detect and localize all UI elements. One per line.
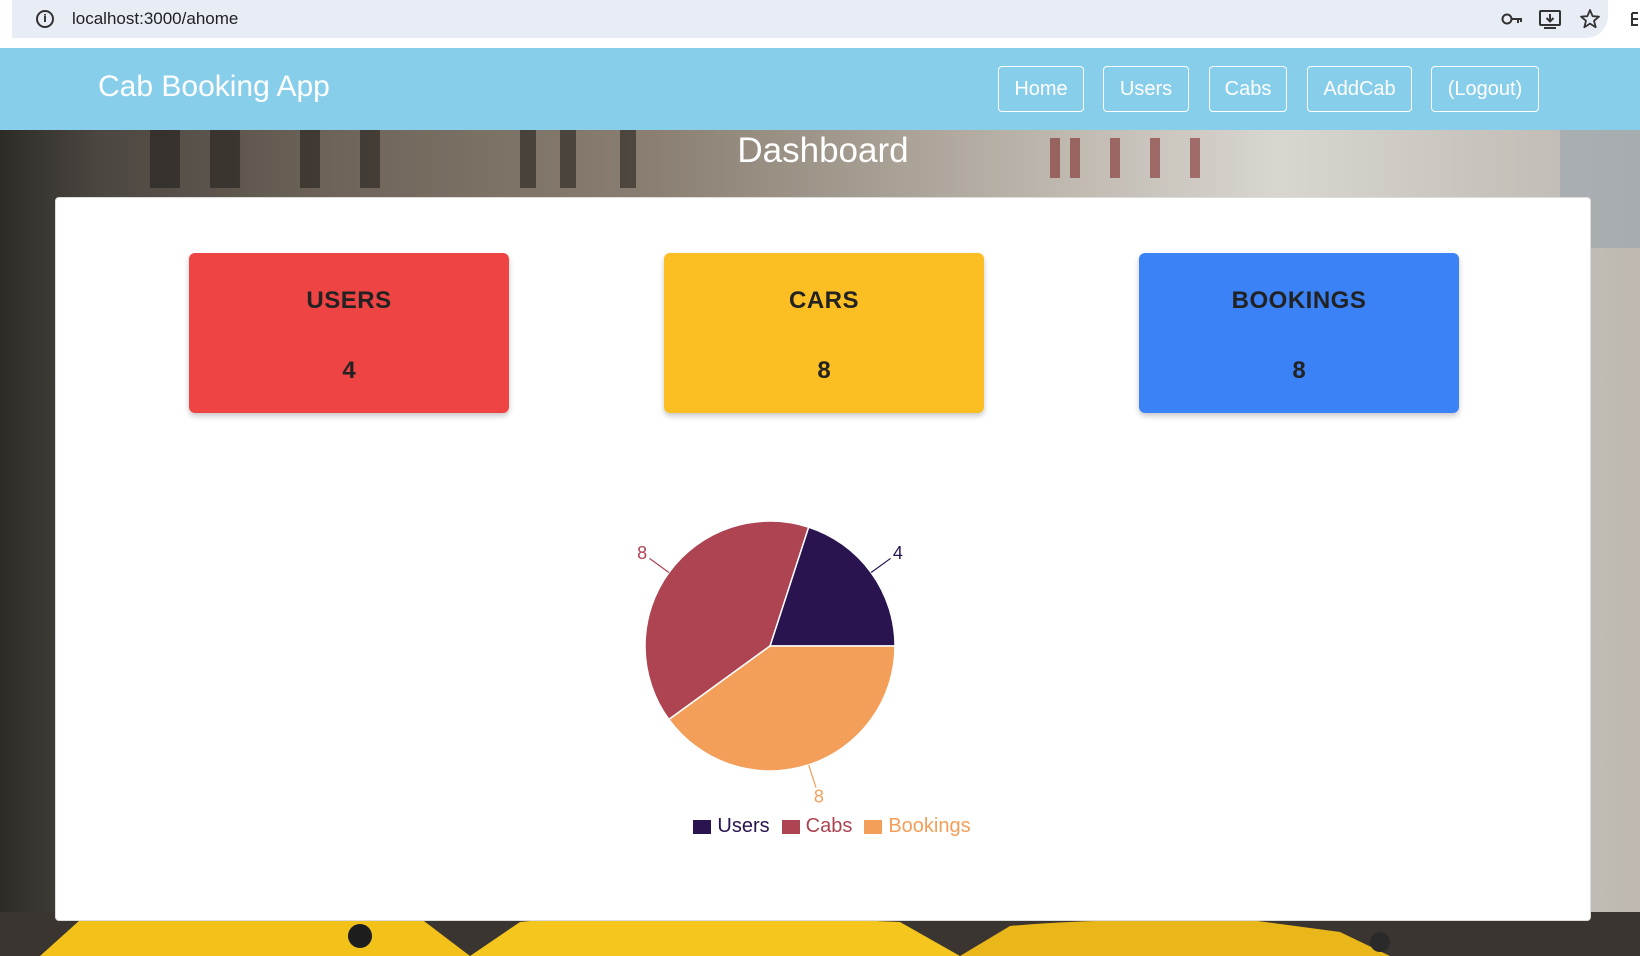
nav-addcab-button[interactable]: AddCab — [1307, 66, 1412, 112]
nav-cabs-button[interactable]: Cabs — [1209, 66, 1287, 112]
info-icon[interactable]: i — [36, 10, 54, 28]
extensions-icon[interactable] — [1630, 10, 1640, 28]
legend-label: Cabs — [805, 815, 853, 837]
nav-home-button[interactable]: Home — [998, 66, 1084, 112]
legend-label: Users — [717, 815, 770, 837]
key-icon[interactable] — [1500, 8, 1524, 30]
legend-swatch — [864, 819, 883, 834]
legend-swatch — [781, 819, 800, 834]
nav-users-button[interactable]: Users — [1103, 66, 1189, 112]
pie-data-label: 8 — [814, 786, 824, 806]
brand-title[interactable]: Cab Booking App — [98, 70, 330, 104]
legend-item-users[interactable]: Users — [693, 815, 770, 838]
browser-address-bar: i localhost:3000/ahome — [0, 0, 1640, 48]
pie-label-line — [649, 557, 670, 574]
pie-label-line — [870, 557, 891, 574]
star-icon[interactable] — [1578, 8, 1602, 30]
legend-item-cabs[interactable]: Cabs — [781, 815, 853, 838]
pie-data-label: 8 — [637, 543, 647, 563]
pie-label-line — [808, 764, 817, 788]
pie-chart: 4 8 8 — [637, 520, 903, 806]
install-icon[interactable] — [1538, 8, 1562, 30]
pie-data-label: 4 — [893, 543, 903, 563]
legend-item-bookings[interactable]: Bookings — [864, 815, 971, 838]
chart-legend: Users Cabs Bookings — [56, 815, 1592, 838]
navbar: Cab Booking App Home Users Cabs AddCab (… — [0, 48, 1640, 130]
page-title: Dashboard — [737, 131, 909, 170]
url-field[interactable]: i localhost:3000/ahome — [12, 0, 1608, 38]
url-text[interactable]: localhost:3000/ahome — [72, 9, 238, 29]
nav-logout-button[interactable]: (Logout) — [1431, 66, 1539, 112]
dashboard-card: USERS 4 CARS 8 BOOKINGS 8 488 Users Cabs B… — [55, 197, 1591, 921]
legend-swatch — [693, 819, 712, 834]
legend-label: Bookings — [888, 815, 971, 837]
